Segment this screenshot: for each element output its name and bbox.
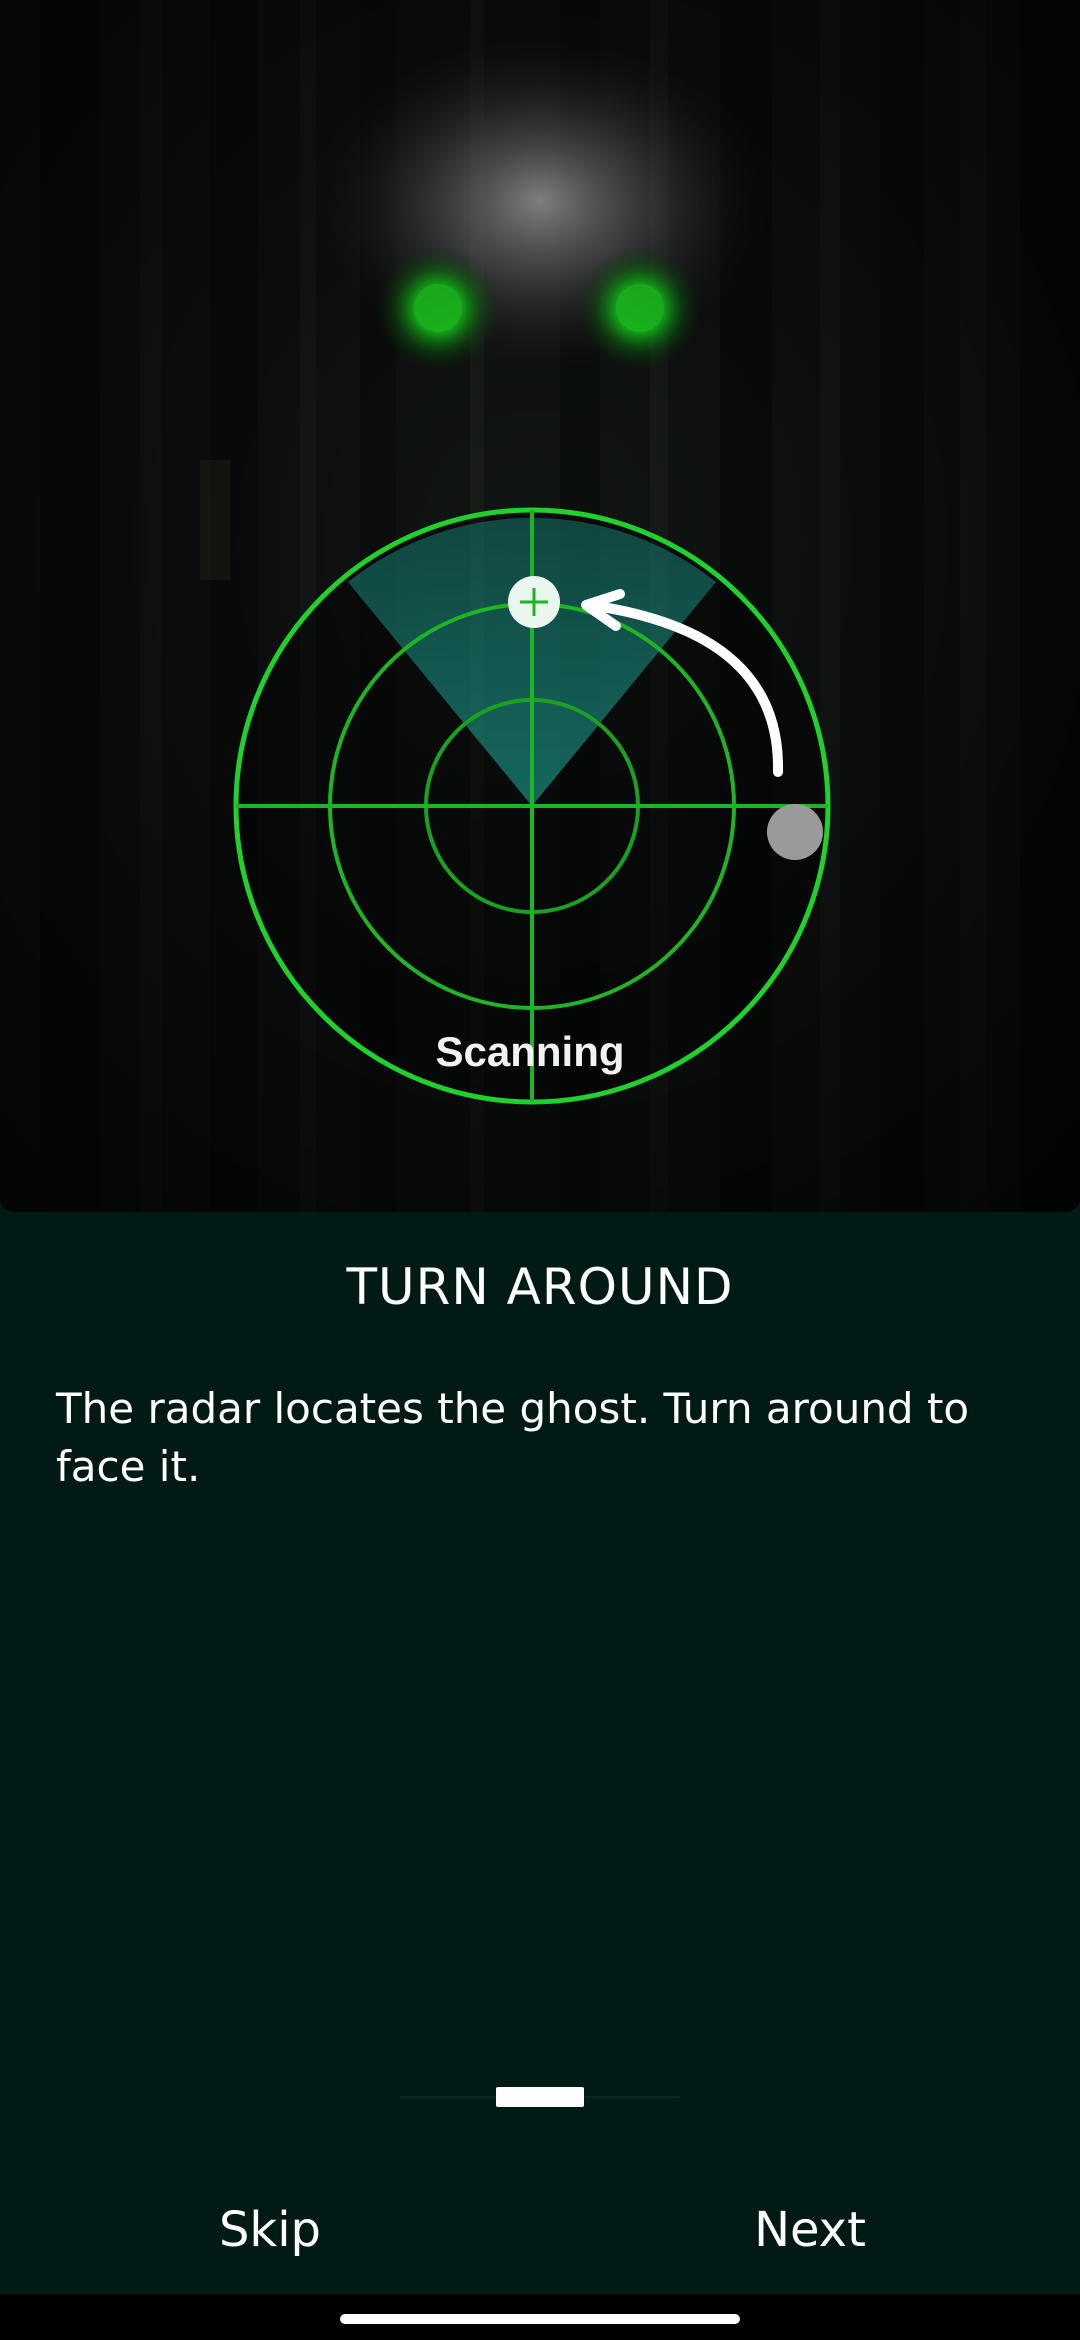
home-gesture-handle[interactable] <box>340 2314 740 2324</box>
onboarding-screen: Scanning TURN AROUND The radar locates t… <box>0 0 1080 2340</box>
page-indicator-active-dot <box>496 2087 584 2107</box>
next-button[interactable]: Next <box>710 2190 910 2270</box>
page-description: The radar locates the ghost. Turn around… <box>56 1384 970 1491</box>
ghost-radar-illustration: Scanning <box>0 0 1080 1212</box>
hero-illustration: Scanning <box>0 0 1080 1212</box>
radar: Scanning <box>233 507 831 1105</box>
radar-status-label: Scanning <box>435 1028 624 1075</box>
page-indicator <box>400 2087 680 2107</box>
skip-button[interactable]: Skip <box>170 2190 370 2270</box>
user-position-icon <box>767 804 823 860</box>
system-navigation-bar <box>0 2294 1080 2340</box>
page-title: TURN AROUND <box>346 1258 734 1316</box>
